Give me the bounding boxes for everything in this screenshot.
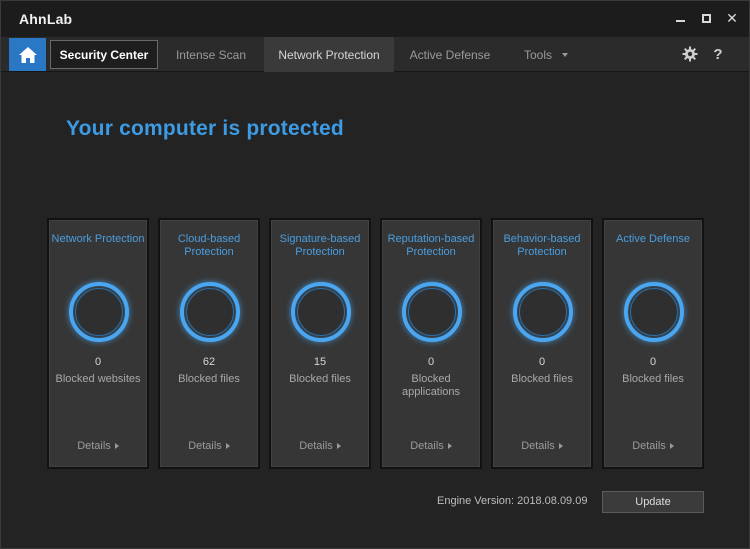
engine-version-value: 2018.08.09.09 xyxy=(517,495,588,507)
card-count-label: Blocked files xyxy=(178,373,240,385)
details-link[interactable]: Details xyxy=(49,440,147,452)
card-count-label: Blocked files xyxy=(622,373,684,385)
card-count-label: Blocked applications xyxy=(401,373,461,398)
protection-cards: Network Protection 0 Blocked websites De… xyxy=(47,218,705,469)
card-count: 0 xyxy=(427,356,435,368)
tab-intense-scan[interactable]: Intense Scan xyxy=(166,37,256,72)
card-count: 62 xyxy=(202,356,216,368)
chevron-right-icon xyxy=(225,443,230,449)
details-link[interactable]: Details xyxy=(271,440,369,452)
nav-bar: Security Center Intense Scan Network Pro… xyxy=(1,37,749,72)
details-label: Details xyxy=(77,440,111,452)
card-count: 15 xyxy=(313,356,327,368)
update-button[interactable]: Update xyxy=(602,491,704,513)
details-link[interactable]: Details xyxy=(604,440,702,452)
chevron-down-icon xyxy=(562,52,568,57)
card-title[interactable]: Network Protection xyxy=(49,233,147,246)
chevron-right-icon xyxy=(336,443,341,449)
home-icon xyxy=(18,46,37,63)
minimize-icon xyxy=(675,20,685,22)
details-link[interactable]: Details xyxy=(160,440,258,452)
status-ring-icon xyxy=(513,282,573,342)
card-count: 0 xyxy=(649,356,657,368)
details-link[interactable]: Details xyxy=(382,440,480,452)
card-title[interactable]: Signature-based Protection xyxy=(271,233,369,259)
tab-active-defense[interactable]: Active Defense xyxy=(400,37,500,72)
card-count-label: Blocked files xyxy=(511,373,573,385)
card-title[interactable]: Cloud-based Protection xyxy=(160,233,258,259)
tab-security-center[interactable]: Security Center xyxy=(50,40,158,69)
home-button[interactable] xyxy=(9,38,46,71)
status-ring-icon xyxy=(69,282,129,342)
window-controls: ✕ xyxy=(673,9,739,27)
card-signature-based-protection: Signature-based Protection 15 Blocked fi… xyxy=(269,218,371,469)
card-network-protection: Network Protection 0 Blocked websites De… xyxy=(47,218,149,469)
card-title[interactable]: Reputation-based Protection xyxy=(382,233,480,259)
tab-tools[interactable]: Tools xyxy=(511,37,581,72)
chevron-right-icon xyxy=(669,443,674,449)
details-label: Details xyxy=(410,440,444,452)
card-behavior-based-protection: Behavior-based Protection 0 Blocked file… xyxy=(491,218,593,469)
gear-icon xyxy=(682,46,698,62)
maximize-button[interactable] xyxy=(699,9,713,27)
card-active-defense: Active Defense 0 Blocked files Details xyxy=(602,218,704,469)
status-ring-icon xyxy=(402,282,462,342)
app-window: AhnLab ✕ Security Center Intense Scan Ne… xyxy=(0,0,750,549)
details-link[interactable]: Details xyxy=(493,440,591,452)
details-label: Details xyxy=(188,440,222,452)
status-ring-icon xyxy=(180,282,240,342)
details-label: Details xyxy=(299,440,333,452)
help-icon: ? xyxy=(713,45,723,63)
help-button[interactable]: ? xyxy=(709,45,727,63)
settings-button[interactable] xyxy=(681,45,699,63)
app-title: AhnLab xyxy=(19,11,73,27)
card-reputation-based-protection: Reputation-based Protection 0 Blocked ap… xyxy=(380,218,482,469)
details-label: Details xyxy=(632,440,666,452)
minimize-button[interactable] xyxy=(673,9,687,27)
details-label: Details xyxy=(521,440,555,452)
title-bar[interactable]: AhnLab ✕ xyxy=(1,1,749,37)
chevron-right-icon xyxy=(447,443,452,449)
card-count-label: Blocked websites xyxy=(55,373,141,385)
status-ring-icon xyxy=(291,282,351,342)
card-count-label: Blocked files xyxy=(289,373,351,385)
card-title[interactable]: Behavior-based Protection xyxy=(493,233,591,259)
card-cloud-based-protection: Cloud-based Protection 62 Blocked files … xyxy=(158,218,260,469)
engine-version: Engine Version: 2018.08.09.09 xyxy=(437,495,587,507)
status-headline: Your computer is protected xyxy=(66,117,344,140)
close-button[interactable]: ✕ xyxy=(725,9,739,27)
tab-tools-label: Tools xyxy=(523,47,552,62)
chevron-right-icon xyxy=(114,443,119,449)
card-count: 0 xyxy=(94,356,102,368)
close-icon: ✕ xyxy=(726,10,738,26)
tab-network-protection[interactable]: Network Protection xyxy=(264,37,394,72)
card-title[interactable]: Active Defense xyxy=(604,233,702,246)
status-ring-icon xyxy=(624,282,684,342)
card-count: 0 xyxy=(538,356,546,368)
engine-version-label: Engine Version: xyxy=(437,495,515,507)
chevron-right-icon xyxy=(558,443,563,449)
maximize-icon xyxy=(701,13,711,23)
